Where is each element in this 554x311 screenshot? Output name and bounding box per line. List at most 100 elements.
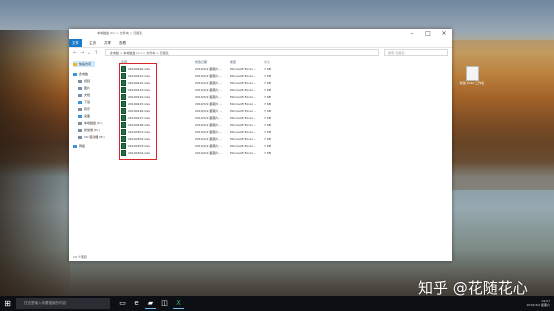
file-date-text: 2019/3/2 星期六 ... <box>195 151 223 155</box>
desktop-file-icon[interactable]: 新建 XLSX 工作表 <box>460 66 484 86</box>
taskbar: ⊞ 在这里输入你要搜索的内容 ▭ e ▰ ◫ X 19:07 2019/3/2 … <box>0 296 554 311</box>
sidebar-item-pictures[interactable]: 图片 <box>78 85 90 91</box>
file-size-text: 7 KB <box>264 144 271 148</box>
close-button[interactable]: × <box>436 29 452 39</box>
desktop-icon-label: 新建 XLSX 工作表 <box>459 81 485 85</box>
table-row[interactable]: 20190224.xlsx 2019/3/2 星期六 ... Microsoft E… <box>117 94 452 101</box>
table-row[interactable]: 20190304.xlsx 2019/3/2 星期六 ... Microsoft E… <box>117 150 452 157</box>
sidebar-item-cd-drive[interactable]: CD 驱动器 (E:) <box>78 134 105 140</box>
column-header-type[interactable]: 类型 <box>230 59 236 65</box>
file-type: Microsoft Excel ... <box>230 136 256 143</box>
file-size-text: 7 KB <box>264 130 271 134</box>
store-icon[interactable]: ◫ <box>159 298 170 309</box>
tab-view[interactable]: 查看 <box>116 39 129 47</box>
file-type: Microsoft Excel ... <box>230 87 256 94</box>
search-input[interactable]: 搜索"日报表" <box>384 49 448 56</box>
window-title: 本地磁盘 (C:) > 文件夹 > 日报表 <box>97 31 143 35</box>
sidebar-item-videos[interactable]: 视频 <box>78 78 90 84</box>
file-date-text: 2019/3/2 星期六 ... <box>195 123 223 127</box>
file-date: 2019/3/2 星期六 ... <box>195 66 222 73</box>
column-header-date[interactable]: 修改日期 <box>195 59 207 65</box>
quick-access-toolbar[interactable] <box>72 32 86 47</box>
table-row[interactable]: 20190225.xlsx 2019/3/2 星期六 ... Microsoft E… <box>117 101 452 108</box>
file-date-text: 2019/3/2 星期六 ... <box>195 88 223 92</box>
sidebar-item-label: CD 驱动器 (E:) <box>84 135 105 139</box>
table-row[interactable]: 20190303.xlsx 2019/3/2 星期六 ... Microsoft E… <box>117 143 452 150</box>
file-date: 2019/3/2 星期六 ... <box>195 108 222 115</box>
table-row[interactable]: 20190227.xlsx 2019/3/2 星期六 ... Microsoft E… <box>117 115 452 122</box>
table-row[interactable]: 20190226.xlsx 2019/3/2 星期六 ... Microsoft E… <box>117 108 452 115</box>
column-header-size[interactable]: 大小 <box>264 59 270 65</box>
address-bar[interactable]: 此电脑 > 本地磁盘 (C:) > 文件夹 > 日报表 <box>105 49 379 56</box>
file-size-text: 7 KB <box>264 151 271 155</box>
sidebar-item-desktop[interactable]: 桌面 <box>78 113 90 119</box>
task-view-icon[interactable]: ▭ <box>117 298 128 309</box>
back-arrow-icon[interactable]: ← <box>73 50 77 56</box>
file-size: 7 KB <box>264 101 271 108</box>
title-bar: 本地磁盘 (C:) > 文件夹 > 日报表 – □ × <box>69 29 452 47</box>
file-date: 2019/3/2 星期六 ... <box>195 115 222 122</box>
file-size-text: 7 KB <box>264 88 271 92</box>
video-icon <box>78 79 82 83</box>
selection-highlight-box <box>119 63 157 160</box>
music-icon <box>78 107 82 111</box>
sidebar-item-documents[interactable]: 文档 <box>78 92 90 98</box>
file-type-text: Microsoft Excel ... <box>230 130 257 134</box>
table-row[interactable]: 20190220.xlsx 2019/3/2 星期六 ... Microsoft E… <box>117 66 452 73</box>
windows-start-icon[interactable]: ⊞ <box>3 299 12 308</box>
file-date: 2019/3/2 星期六 ... <box>195 129 222 136</box>
sidebar-item-quick-access[interactable]: 快速访问 <box>73 61 96 67</box>
sidebar-item-this-pc[interactable]: 此电脑 <box>73 71 88 77</box>
file-list: 名称 修改日期 类型 大小 20190220.xlsx 2019/3/2 星期六 … <box>117 59 452 253</box>
sidebar-item-network[interactable]: 网络 <box>73 143 85 149</box>
up-arrow-icon[interactable]: ↑ <box>94 50 98 56</box>
file-type: Microsoft Excel ... <box>230 108 256 115</box>
file-size-text: 7 KB <box>264 102 271 106</box>
file-size: 7 KB <box>264 136 271 143</box>
table-row[interactable]: 20190222.xlsx 2019/3/2 星期六 ... Microsoft E… <box>117 80 452 87</box>
documents-icon <box>78 93 82 97</box>
file-date: 2019/3/2 星期六 ... <box>195 101 222 108</box>
minimize-button[interactable]: – <box>404 29 420 39</box>
file-size-text: 7 KB <box>264 74 271 78</box>
file-date-text: 2019/3/2 星期六 ... <box>195 109 223 113</box>
sidebar-item-label: 网络 <box>79 144 86 148</box>
table-row[interactable]: 20190228.xlsx 2019/3/2 星期六 ... Microsoft E… <box>117 122 452 129</box>
system-tray[interactable]: 19:07 2019/3/2 星期六 <box>510 299 550 309</box>
file-size-text: 7 KB <box>264 67 271 71</box>
forward-arrow-icon[interactable]: → <box>80 50 84 56</box>
sidebar-item-music[interactable]: 音乐 <box>78 106 90 112</box>
download-icon <box>78 100 82 104</box>
file-size-text: 7 KB <box>264 123 271 127</box>
sidebar-item-downloads[interactable]: 下载 <box>78 99 90 105</box>
desktop-tree-silhouette <box>0 30 70 298</box>
file-type-text: Microsoft Excel ... <box>230 137 257 141</box>
chevron-down-icon[interactable]: ⌄ <box>87 50 91 56</box>
file-size: 7 KB <box>264 108 271 115</box>
table-row[interactable]: 20190301.xlsx 2019/3/2 星期六 ... Microsoft E… <box>117 129 452 136</box>
table-row[interactable]: 20190223.xlsx 2019/3/2 星期六 ... Microsoft E… <box>117 87 452 94</box>
tab-file[interactable]: 文件 <box>69 39 82 47</box>
file-type: Microsoft Excel ... <box>230 73 256 80</box>
table-row[interactable]: 20190221.xlsx 2019/3/2 星期六 ... Microsoft E… <box>117 73 452 80</box>
maximize-button[interactable]: □ <box>420 29 436 39</box>
sidebar-item-drive-d[interactable]: 新加卷 (D:) <box>78 127 100 133</box>
edge-icon[interactable]: e <box>131 298 142 309</box>
drive-icon <box>78 128 82 132</box>
file-date-text: 2019/3/2 星期六 ... <box>195 116 223 120</box>
sidebar-item-drive-c[interactable]: 本地磁盘 (C:) <box>78 120 102 126</box>
file-size: 7 KB <box>264 94 271 101</box>
file-explorer-icon[interactable]: ▰ <box>145 298 156 309</box>
table-row[interactable]: 20190302.xlsx 2019/3/2 星期六 ... Microsoft E… <box>117 136 452 143</box>
file-type-text: Microsoft Excel ... <box>230 88 257 92</box>
excel-icon[interactable]: X <box>173 298 184 309</box>
file-size-text: 7 KB <box>264 109 271 113</box>
file-date: 2019/3/2 星期六 ... <box>195 150 222 157</box>
tab-home[interactable]: 主页 <box>86 39 99 47</box>
file-size: 7 KB <box>264 129 271 136</box>
tab-share[interactable]: 共享 <box>101 39 114 47</box>
star-icon <box>73 62 77 66</box>
sidebar-item-label: 图片 <box>84 86 91 90</box>
file-type: Microsoft Excel ... <box>230 66 256 73</box>
taskbar-search-input[interactable]: 在这里输入你要搜索的内容 <box>16 298 110 309</box>
